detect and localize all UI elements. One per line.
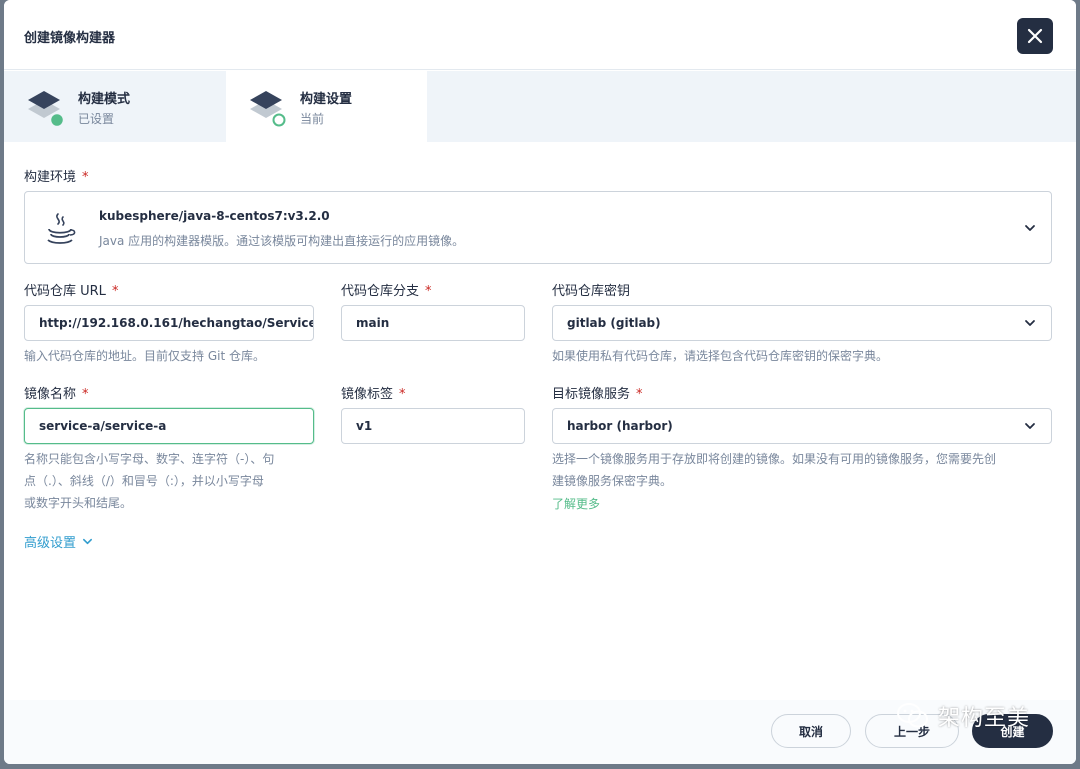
- step-bar: 构建模式 已设置 构建设置 当前: [4, 71, 1076, 142]
- target-registry-hint: 选择一个镜像服务用于存放即将创建的镜像。如果没有可用的镜像服务，您需要先创 建镜…: [552, 452, 997, 488]
- learn-more-link[interactable]: 了解更多: [552, 495, 600, 512]
- modal-header: 创建镜像构建器: [4, 0, 1076, 70]
- image-name-input[interactable]: service-a/service-a: [24, 408, 314, 444]
- step-title: 构建模式: [78, 92, 131, 107]
- image-tag-input[interactable]: v1: [341, 408, 525, 444]
- repo-branch-label: 代码仓库分支 *: [341, 284, 432, 299]
- close-icon: [1027, 28, 1043, 44]
- create-builder-modal: 创建镜像构建器 构建模式 已设置 构建设置 当前 构建环境 * kubesphe…: [4, 0, 1076, 764]
- repo-url-label: 代码仓库 URL *: [24, 284, 119, 299]
- step-status: 已设置: [78, 112, 115, 126]
- build-env-label: 构建环境 *: [24, 170, 89, 185]
- cancel-button[interactable]: 取消: [771, 714, 851, 748]
- layers-icon: [28, 91, 64, 127]
- repo-secret-select[interactable]: gitlab (gitlab): [552, 305, 1052, 341]
- repo-secret-label: 代码仓库密钥: [552, 284, 631, 299]
- target-registry-label: 目标镜像服务 *: [552, 387, 643, 402]
- repo-url-input[interactable]: http://192.168.0.161/hechangtao/ServiceA: [24, 305, 314, 341]
- build-env-description: Java 应用的构建器模版。通过该模版可构建出直接运行的应用镜像。: [99, 234, 465, 248]
- step-build-mode[interactable]: 构建模式 已设置: [4, 71, 226, 142]
- close-button[interactable]: [1017, 18, 1053, 54]
- advanced-settings-toggle[interactable]: 高级设置: [24, 532, 93, 551]
- build-env-select[interactable]: kubesphere/java-8-centos7:v3.2.0 Java 应用…: [24, 191, 1052, 264]
- step-status: 当前: [300, 112, 325, 126]
- repo-branch-input[interactable]: main: [341, 305, 525, 341]
- chevron-down-icon: [1025, 320, 1035, 326]
- watermark: 架构至美: [896, 700, 1030, 732]
- chevron-down-icon: [1025, 225, 1035, 231]
- image-tag-label: 镜像标签 *: [341, 387, 406, 402]
- image-name-label: 镜像名称 *: [24, 387, 89, 402]
- step-build-settings[interactable]: 构建设置 当前: [226, 71, 427, 142]
- repo-secret-hint: 如果使用私有代码仓库，请选择包含代码仓库密钥的保密字典。: [552, 349, 889, 363]
- chevron-down-icon: [1025, 423, 1035, 429]
- layers-icon: [250, 91, 286, 127]
- modal-title: 创建镜像构建器: [24, 31, 116, 46]
- target-registry-select[interactable]: harbor (harbor): [552, 408, 1052, 444]
- build-env-title: kubesphere/java-8-centos7:v3.2.0: [99, 209, 330, 223]
- java-icon: [47, 213, 76, 244]
- image-name-hint: 名称只能包含小写字母、数字、连字符（-）、句 点（.）、斜线（/）和冒号（:），…: [24, 452, 275, 510]
- wechat-icon: [897, 703, 928, 728]
- repo-url-hint: 输入代码仓库的地址。目前仅支持 Git 仓库。: [24, 349, 265, 363]
- chevron-down-icon: [83, 538, 93, 545]
- step-title: 构建设置: [300, 92, 353, 107]
